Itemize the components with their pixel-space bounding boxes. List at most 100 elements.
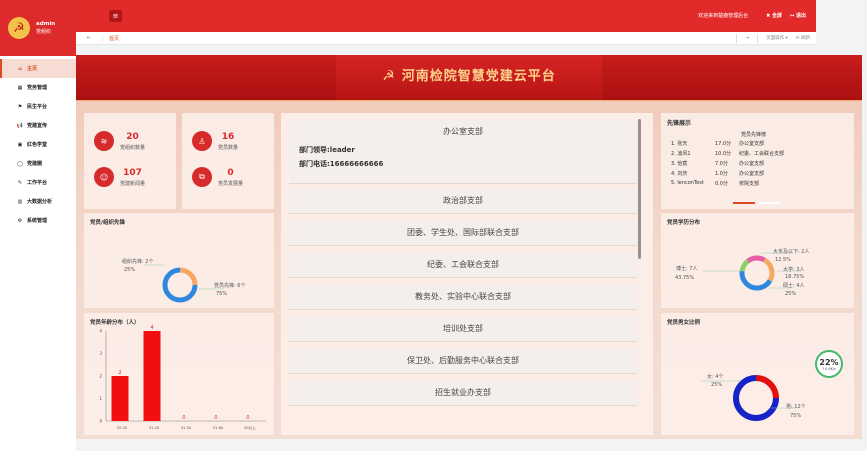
- pager-dot[interactable]: [758, 202, 780, 204]
- vanguard-row: 4. 刘庆 1.0分 办公室支部: [671, 168, 809, 178]
- user-circle-icon: ☺: [94, 167, 114, 187]
- vanguard-row: 2. 凌风1 10.0分 纪委、工会联合支部: [671, 148, 809, 158]
- edit-icon: ✎: [17, 179, 23, 186]
- network-speed-widget[interactable]: 22% ↑0.6K/s: [815, 350, 843, 378]
- department-row[interactable]: 团委、学生处、国际部联合支部: [289, 220, 637, 246]
- share-icon: ⧉: [192, 167, 212, 187]
- fullscreen-button[interactable]: ✖ 全屏: [766, 12, 782, 19]
- layers-icon: ≋: [94, 131, 114, 151]
- grid-icon: ▦: [17, 84, 23, 91]
- sidebar-item-3[interactable]: 📢 党建宣传: [0, 116, 76, 135]
- vanguard-name: 3. 怡宸: [671, 160, 688, 167]
- refresh-button[interactable]: ⟳ 刷新: [796, 35, 810, 41]
- pioneer-donut: [144, 264, 224, 303]
- age-bar[interactable]: [111, 376, 129, 421]
- vanguard-name: 4. 刘庆: [671, 170, 688, 177]
- department-row[interactable]: 培训处支部: [289, 316, 637, 342]
- sidebar-item-2[interactable]: ⚑ 民生平台: [0, 97, 76, 116]
- age-bar[interactable]: [143, 331, 161, 421]
- gender-slice-0[interactable]: [755, 375, 779, 399]
- vanguard-dept: 纪委、工会联合支部: [739, 150, 785, 157]
- megaphone-icon: 📢: [16, 122, 24, 129]
- edu-slice-1[interactable]: [739, 259, 750, 272]
- edu-phd-label: 博士: 7人: [676, 266, 698, 272]
- tab-bar: ⇤ 首页 ⇥ 页面操作 ▾ ⟳ 刷新: [76, 32, 816, 45]
- y-tick-label: 2: [99, 374, 102, 379]
- logout-button[interactable]: ↦ 退出: [790, 12, 806, 19]
- gender-male-pct: 75%: [790, 413, 802, 419]
- sidebar-item-6[interactable]: ✎ 工作平台: [0, 173, 76, 192]
- sidebar-item-4[interactable]: ▣ 红色学堂: [0, 135, 76, 154]
- sidebar-item-label: 党务管理: [27, 85, 48, 91]
- stats-panel-right: ♙ 16 党员数量 ⧉ 0 党员发展量: [182, 113, 274, 209]
- vanguard-dept: 办公室支部: [739, 160, 765, 167]
- edu-master-label: 硕士: 4人: [783, 283, 805, 289]
- y-tick-label: 0: [99, 419, 102, 424]
- vanguard-header: 党员先锋榜: [741, 132, 767, 138]
- edu-phd-pct: 43.75%: [675, 275, 695, 281]
- department-row[interactable]: 纪委、工会联合支部: [289, 252, 637, 278]
- edu-junior-label: 大专及以下: 2人: [773, 249, 810, 255]
- department-row[interactable]: 保卫处、后勤服务中心联合支部: [289, 348, 637, 374]
- pioneer-org-pct: 25%: [124, 267, 136, 273]
- x-tick-label: 51-60: [213, 426, 223, 430]
- vanguard-score: 0.0分: [715, 180, 728, 187]
- home-icon: ⌂: [18, 65, 22, 72]
- department-name: 办公室支部: [443, 127, 483, 136]
- banner-title: ☭ 河南检院智慧党建云平台: [76, 65, 862, 84]
- menu-toggle-button[interactable]: ≡: [109, 10, 122, 22]
- sidebar-item-7[interactable]: ▥ 大数据分析: [0, 192, 76, 211]
- party-emblem-icon: ☭: [382, 68, 396, 84]
- edu-bachelor-label: 大学: 3人: [783, 267, 805, 273]
- y-tick-label: 1: [99, 396, 102, 401]
- sidebar-item-1[interactable]: ▦ 党务管理: [0, 78, 76, 97]
- department-row[interactable]: 招生就业办支部: [289, 380, 637, 406]
- pioneer-member-pct: 75%: [216, 291, 228, 297]
- gender-female-pct: 25%: [711, 382, 723, 388]
- sidebar-item-0[interactable]: ⌂ 主页: [0, 59, 76, 78]
- edu-slice-2[interactable]: [746, 255, 766, 264]
- bar-chart-icon: ▥: [17, 198, 23, 205]
- pioneer-panel: 党员/组织先锋 组织先锋: 2个 25% 党员先锋: 6个 75%: [84, 213, 274, 308]
- sidebar-item-label: 大数据分析: [27, 199, 53, 205]
- vanguard-score: 7.0分: [715, 160, 728, 167]
- edu-slice-3[interactable]: [763, 257, 775, 282]
- vanguard-name: 2. 凌风1: [671, 150, 691, 157]
- x-tick-label: 41-50: [181, 426, 191, 430]
- edu-master-pct: 25%: [785, 291, 797, 297]
- edu-slice-0[interactable]: [739, 270, 773, 291]
- x-tick-label: 20-30: [117, 426, 127, 430]
- pager-dot[interactable]: [733, 202, 755, 204]
- page-ops-dropdown[interactable]: 页面操作 ▾: [766, 35, 788, 41]
- stat-org-count: ≋ 20 党组织数量: [94, 131, 145, 151]
- sidebar-item-label: 工作平台: [27, 180, 48, 186]
- username[interactable]: admin: [36, 20, 55, 28]
- vanguard-panel: 先锋展示 党员先锋榜 1. 张天 17.0分 办公室支部 2. 凌风1 10.0分 纪委、…: [661, 113, 854, 209]
- y-tick-label: 3: [99, 351, 102, 356]
- topbar: ≡ 欢迎来到楚鹿管理后台 ✖ 全屏 ↦ 退出: [76, 0, 816, 32]
- vanguard-dept: 校院支部: [739, 180, 760, 187]
- pioneer-slice-0[interactable]: [179, 267, 198, 286]
- edu-panel: 党员学历分布 博士: 7人 43.75% 大专及以下: 2人 12.5% 大学:…: [661, 213, 854, 308]
- gear-icon: ⚙: [17, 217, 23, 224]
- tab-prev-button[interactable]: ⇤: [76, 35, 102, 41]
- sidebar-item-5[interactable]: ◯ 党建圈: [0, 154, 76, 173]
- department-card[interactable]: 办公室支部 部门领导:leader 部门电话:16666666666: [289, 120, 637, 184]
- brand: ☭ admin 党组织: [0, 0, 76, 56]
- tab-home[interactable]: 首页: [102, 34, 125, 42]
- vanguard-row: 3. 怡宸 7.0分 办公室支部: [671, 158, 809, 168]
- gender-female-label: 女: 4个: [707, 374, 724, 380]
- gender-male-label: 男: 12个: [786, 404, 806, 410]
- speed-rate: ↑0.6K/s: [822, 366, 836, 371]
- department-scrollbar[interactable]: [638, 119, 641, 259]
- sidebar-item-8[interactable]: ⚙ 系统管理: [0, 211, 76, 230]
- speed-percent: 22%: [819, 357, 839, 367]
- tab-next-button[interactable]: ⇥: [745, 36, 749, 41]
- vanguard-dept: 办公室支部: [739, 170, 765, 177]
- vanguard-score: 10.0分: [715, 150, 732, 157]
- vanguard-name: 5. lenconTest: [671, 180, 704, 186]
- department-row[interactable]: 政治部支部: [289, 188, 637, 214]
- department-row[interactable]: 教务处、实验中心联合支部: [289, 284, 637, 310]
- stat-news-count: ☺ 107 党建新闻量: [94, 167, 145, 187]
- vanguard-pager[interactable]: [733, 202, 783, 204]
